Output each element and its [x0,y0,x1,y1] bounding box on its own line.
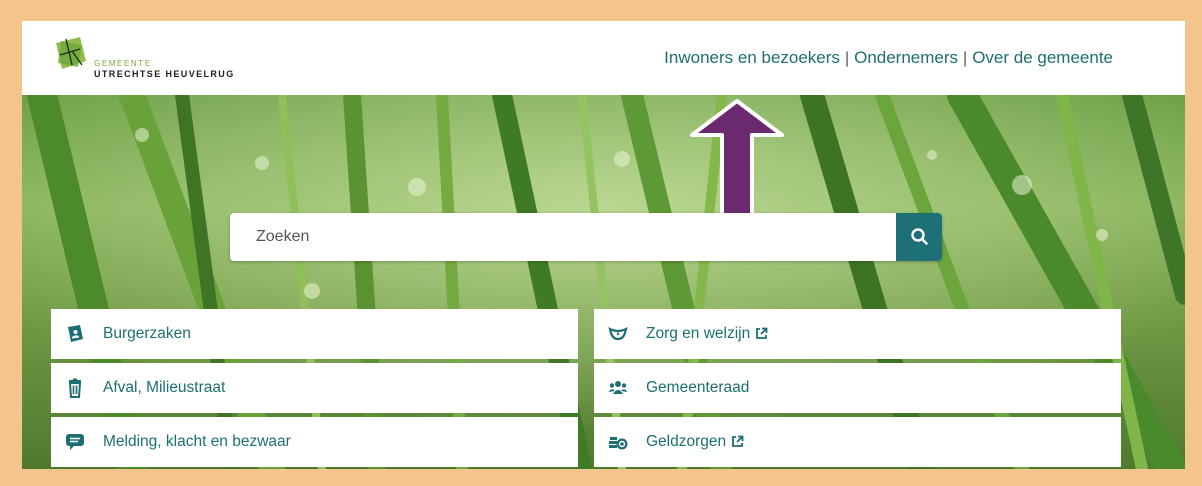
tile-label: Melding, klacht en bezwaar [103,433,291,450]
tile-label: Geldzorgen [646,433,744,451]
tile-burgerzaken[interactable]: Burgerzaken [51,309,578,359]
tile-label-text: Zorg en welzijn [646,325,751,342]
logo-text-main: UTRECHTSE HEUVELRUG [94,69,235,79]
page-frame: GEMEENTE UTRECHTSE HEUVELRUG Inwoners en… [22,21,1185,469]
nav-inwoners[interactable]: Inwoners en bezoekers [664,48,840,67]
tile-afval-milieustraat[interactable]: Afval, Milieustraat [51,363,578,413]
tile-label: Afval, Milieustraat [103,379,226,396]
nav-separator: | [963,50,968,67]
tile-label: Burgerzaken [103,325,191,342]
nav-separator: | [844,50,850,67]
tile-label: Gemeenteraad [646,379,750,396]
people-icon [608,381,628,394]
tile-label-text: Geldzorgen [646,433,727,450]
nav-over-de-gemeente[interactable]: Over de gemeente [972,48,1113,67]
coins-icon [609,437,628,450]
logo-leaf-icon [56,37,86,69]
external-link-icon [732,435,744,447]
speech-bubble-icon [66,434,84,450]
tile-zorg-en-welzijn[interactable]: Zorg en welzijn [594,309,1121,359]
external-link-icon [756,327,768,339]
tile-melding-klacht-bezwaar[interactable]: Melding, klacht en bezwaar [51,417,578,467]
trash-icon [68,378,82,398]
nav-ondernemers[interactable]: Ondernemers [854,48,958,67]
id-card-icon [68,325,83,342]
search-bar [230,213,942,261]
heart-hands-icon [608,326,628,341]
site-header: GEMEENTE UTRECHTSE HEUVELRUG Inwoners en… [22,21,1185,95]
logo-text-small: GEMEENTE [94,59,152,68]
tile-label: Zorg en welzijn [646,325,768,343]
search-button[interactable] [896,213,942,261]
site-logo[interactable]: GEMEENTE UTRECHTSE HEUVELRUG [52,35,252,83]
tile-geldzorgen[interactable]: Geldzorgen [594,417,1121,467]
search-input[interactable] [230,213,890,261]
main-navigation: Inwoners en bezoekers | Ondernemers | Over d… [664,48,1113,68]
search-icon [911,228,928,245]
tile-gemeenteraad[interactable]: Gemeenteraad [594,363,1121,413]
hero-banner: Burgerzaken Zorg en welzijn Afval, Milie… [22,95,1185,469]
